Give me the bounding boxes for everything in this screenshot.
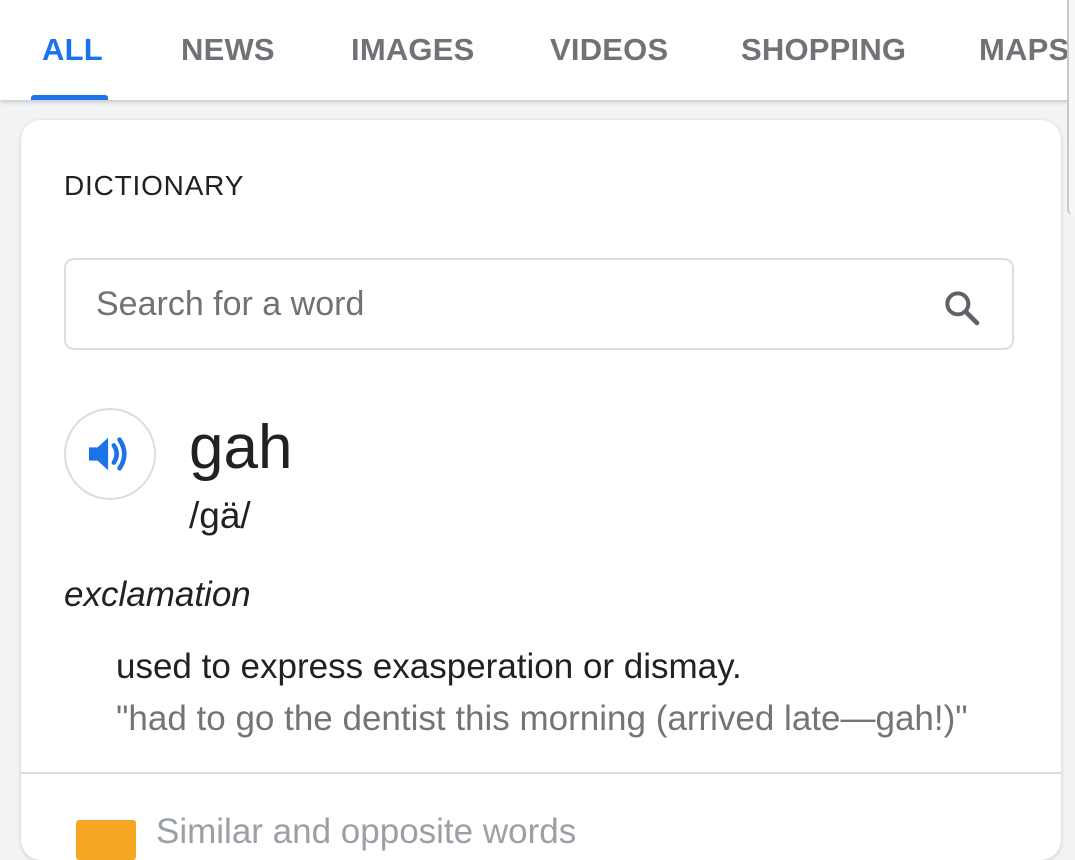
word-search-box xyxy=(64,258,1014,350)
search-tabs-bar: ALL NEWS IMAGES VIDEOS SHOPPING MAPS xyxy=(0,0,1075,100)
part-of-speech: exclamation xyxy=(64,575,251,614)
speaker-icon xyxy=(89,437,127,471)
headword: gah xyxy=(189,413,293,482)
dictionary-card: DICTIONARY gah /gä/ exclamation used to … xyxy=(21,120,1061,860)
search-icon[interactable] xyxy=(942,288,982,328)
tab-videos[interactable]: VIDEOS xyxy=(550,0,668,100)
tab-shopping[interactable]: SHOPPING xyxy=(741,0,906,100)
definition-text: used to express exasperation or dismay. xyxy=(116,647,742,686)
card-title: DICTIONARY xyxy=(64,170,245,201)
card-divider xyxy=(21,772,1061,774)
similar-words-link[interactable]: Similar and opposite words xyxy=(156,812,576,852)
tab-news[interactable]: NEWS xyxy=(181,0,275,100)
tab-maps[interactable]: MAPS xyxy=(979,0,1069,100)
word-search-input[interactable] xyxy=(96,260,916,348)
example-sentence: "had to go the dentist this morning (arr… xyxy=(116,699,968,738)
active-tab-indicator xyxy=(31,95,108,100)
tab-images[interactable]: IMAGES xyxy=(351,0,475,100)
panel-edge xyxy=(1067,0,1075,215)
phonetic-spelling: /gä/ xyxy=(189,495,251,536)
pronunciation-button[interactable] xyxy=(64,408,156,500)
tab-all[interactable]: ALL xyxy=(42,0,103,100)
similar-words-icon xyxy=(76,820,136,860)
